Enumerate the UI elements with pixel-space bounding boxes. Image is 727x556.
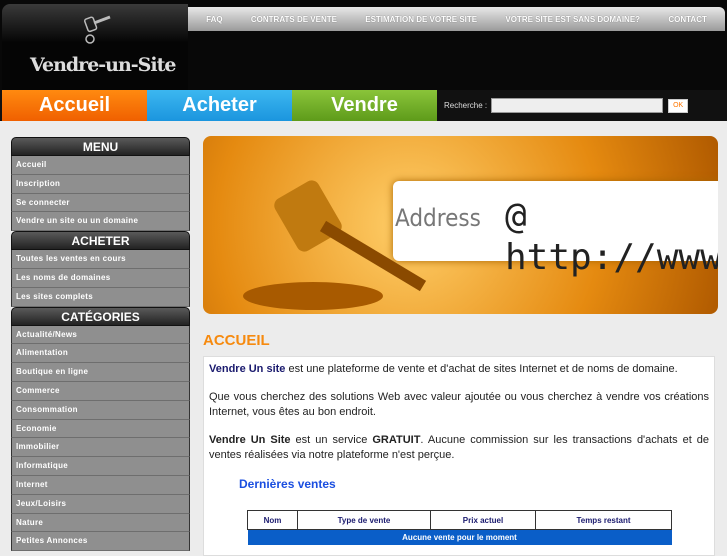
col-temps: Temps restant: [535, 510, 672, 530]
acheter-heading: ACHETER: [11, 231, 190, 251]
nav-faq[interactable]: FAQ: [206, 15, 222, 24]
sidebar-item-inscription[interactable]: Inscription: [11, 174, 190, 194]
third-paragraph: Vendre Un Site est un service GRATUIT. A…: [209, 433, 709, 463]
intro-paragraph: Vendre Un site est une plateforme de ven…: [209, 362, 709, 377]
nav-estimation[interactable]: ESTIMATION DE VOTRE SITE: [365, 15, 477, 24]
category-item[interactable]: Petites Annonces: [11, 532, 190, 552]
nav-contact[interactable]: CONTACT: [668, 15, 707, 24]
category-item[interactable]: Internet: [11, 475, 190, 495]
nav-sans-domaine[interactable]: VOTRE SITE EST SANS DOMAINE?: [505, 15, 640, 24]
category-item[interactable]: Jeux/Loisirs: [11, 494, 190, 514]
top-nav: FAQ CONTRATS DE VENTE ESTIMATION DE VOTR…: [188, 7, 725, 31]
search-form: Recherche : OK: [444, 98, 689, 113]
menu-heading: MENU: [11, 137, 190, 156]
category-item[interactable]: Consommation: [11, 400, 190, 420]
sales-table: Nom Type de vente Prix actuel Temps restant…: [247, 510, 672, 545]
category-item[interactable]: Actualité/News: [11, 325, 190, 345]
empty-row: Aucune vente pour le moment: [247, 529, 672, 545]
tab-vendre[interactable]: Vendre: [292, 90, 437, 121]
category-item[interactable]: Boutique en ligne: [11, 363, 190, 382]
col-nom: Nom: [247, 510, 298, 530]
search-label: Recherche :: [444, 101, 488, 110]
sidebar-item-accueil[interactable]: Accueil: [11, 156, 190, 175]
category-item[interactable]: Immobilier: [11, 438, 190, 458]
intro-text: est une plateforme de vente et d'achat d…: [285, 363, 678, 375]
tab-acheter[interactable]: Acheter: [147, 90, 292, 121]
categories-heading: CATÉGORIES: [11, 306, 190, 326]
hero-banner: Address @ http://www: [203, 136, 718, 314]
logo-text: Vendre-un-Site: [30, 54, 176, 76]
banner-url-text: @ http://www: [505, 196, 718, 278]
second-paragraph: Que vous cherchez des solutions Web avec…: [209, 391, 709, 418]
sidebar: MENU Accueil Inscription Se connecter Ve…: [11, 137, 190, 552]
search-ok-button[interactable]: OK: [668, 98, 689, 113]
gratuit-text: GRATUIT: [372, 434, 421, 446]
text: est un service: [290, 434, 373, 446]
sales-title: Dernières ventes: [239, 477, 336, 491]
sidebar-item-toutes-ventes[interactable]: Toutes les ventes en cours: [11, 250, 190, 269]
category-item[interactable]: Alimentation: [11, 344, 190, 364]
sidebar-item-vendre[interactable]: Vendre un site ou un domaine: [11, 212, 190, 232]
col-type: Type de vente: [297, 510, 431, 530]
main-tabs: Accueil Acheter Vendre Recherche : OK: [0, 90, 727, 121]
sidebar-item-noms-domaines[interactable]: Les noms de domaines: [11, 268, 190, 288]
category-item[interactable]: Informatique: [11, 457, 190, 476]
header: Vendre-un-Site FAQ CONTRATS DE VENTE EST…: [0, 0, 727, 90]
nav-contrats[interactable]: CONTRATS DE VENTE: [251, 15, 337, 24]
search-input[interactable]: [491, 98, 664, 113]
logo[interactable]: Vendre-un-Site: [2, 4, 188, 90]
category-item[interactable]: Commerce: [11, 381, 190, 401]
tab-accueil[interactable]: Accueil: [2, 90, 147, 121]
sidebar-item-sites-complets[interactable]: Les sites complets: [11, 287, 190, 307]
category-item[interactable]: Nature: [11, 513, 190, 533]
gavel-icon: [243, 180, 427, 310]
content-box: Vendre Un site est une plateforme de ven…: [203, 356, 715, 556]
brand-name: Vendre Un Site: [209, 434, 291, 446]
brand-link[interactable]: Vendre Un site: [209, 363, 285, 375]
col-prix: Prix actuel: [430, 510, 536, 530]
page-title: ACCUEIL: [203, 332, 270, 349]
category-item[interactable]: Economie: [11, 419, 190, 439]
sidebar-item-se-connecter[interactable]: Se connecter: [11, 193, 190, 213]
gavel-icon: [84, 15, 111, 44]
